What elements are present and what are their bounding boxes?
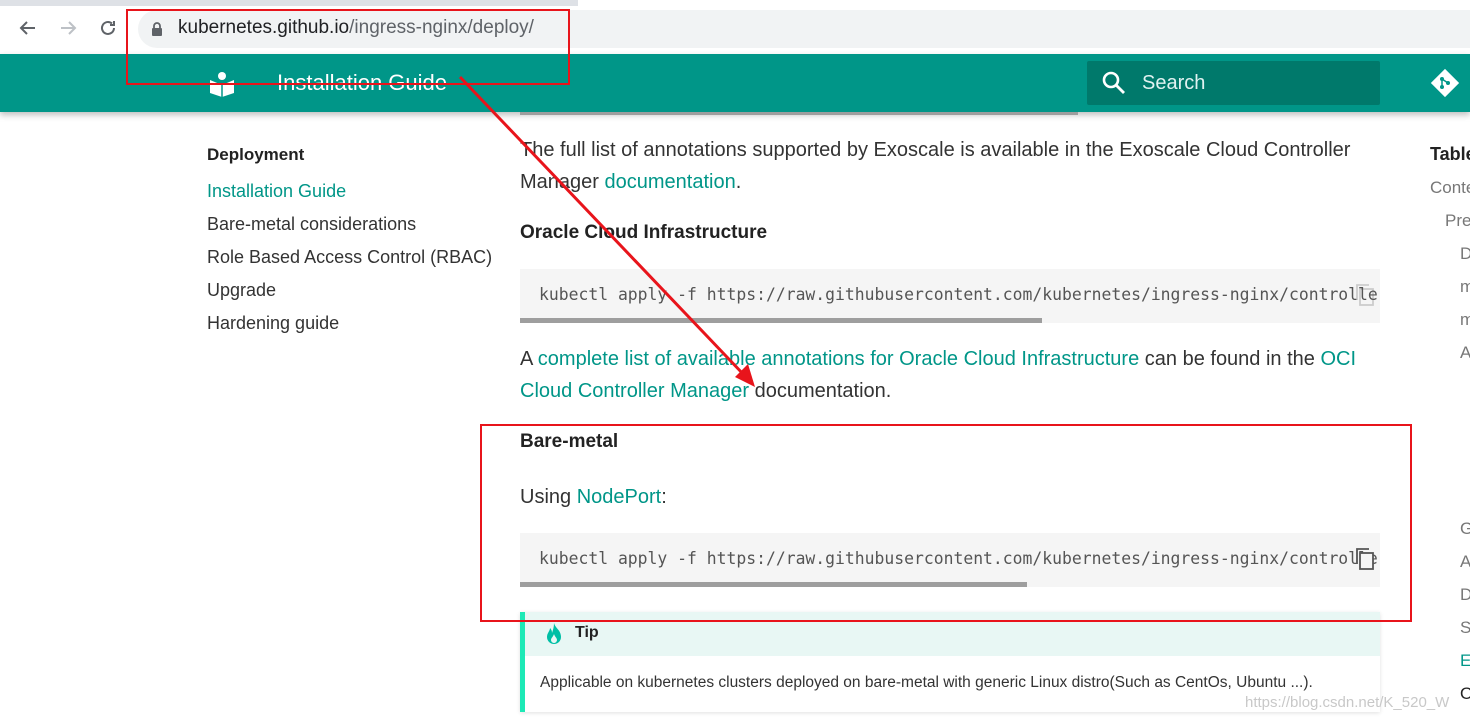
reload-button[interactable] [94,14,122,42]
flame-icon [547,623,561,644]
oracle-text-1: A [520,348,538,370]
search-input[interactable]: Search [1087,61,1380,105]
tip-body: Applicable on kubernetes clusters deploy… [540,674,1313,691]
toc-sidebar: Table of contents Contents Prerequisites… [1430,144,1470,722]
toc-item-aws[interactable]: AWS [1460,343,1470,363]
oracle-text-2: can be found in the [1139,348,1321,370]
toc-item-deployment[interactable]: Deployment [1460,244,1470,264]
exoscale-end: . [735,171,742,193]
search-icon [1102,71,1125,94]
watermark: https://blog.csdn.net/K_520_W [1245,694,1450,711]
arrow-left-icon [19,21,35,35]
oracle-code-scrollbar[interactable] [520,318,1042,323]
oracle-text-3: documentation. [749,380,892,402]
sidebar-item-hardening[interactable]: Hardening guide [207,307,492,340]
oracle-code[interactable]: kubectl apply -f https://raw.githubuserc… [539,283,1380,307]
reload-icon [101,20,115,35]
sidebar-item-rbac[interactable]: Role Based Access Control (RBAC) [207,241,492,274]
copy-icon[interactable] [1354,283,1376,307]
toc-heading: Table of contents [1430,144,1470,164]
oracle-annotations-link[interactable]: complete list of available annotations f… [538,348,1139,370]
toc-item-contents[interactable]: Contents [1430,178,1470,198]
exoscale-paragraph: The full list of annotations supported b… [520,134,1380,198]
tip-title: Tip [575,624,599,641]
toc-item-scaleway[interactable]: Scaleway [1460,618,1470,638]
active-tab[interactable] [578,0,1470,6]
toc-item-minikube[interactable]: minikube [1460,277,1470,297]
oracle-heading: Oracle Cloud Infrastructure [520,222,768,243]
toc-item-prerequisites[interactable]: Prerequisites [1445,211,1470,231]
toc-item-azure[interactable]: Azure [1460,552,1470,572]
arrow-right-icon [61,21,77,35]
sidebar-nav: Deployment Installation Guide Bare-metal… [207,144,492,340]
exoscale-doc-link[interactable]: documentation [605,171,736,193]
toc-item-oracle[interactable]: Oracle Cloud Infrastructure [1460,684,1470,704]
annotation-box-baremetal [480,424,1412,622]
forward-button[interactable] [54,14,82,42]
oracle-code-block[interactable]: kubectl apply -f https://raw.githubuserc… [520,269,1380,323]
back-button[interactable] [14,14,42,42]
sidebar-item-installation-guide[interactable]: Installation Guide [207,175,492,208]
toc-item-digital-ocean[interactable]: Digital Ocean [1460,585,1470,605]
previous-code-scrollbar[interactable] [520,112,1078,115]
tab-strip [0,0,1470,6]
toc-item-exoscale[interactable]: Exoscale [1460,651,1470,671]
toc-item-gce-gke[interactable]: GCE-GKE [1460,519,1470,539]
toc-item-microk8s[interactable]: microk8s [1460,310,1470,330]
search-placeholder: Search [1142,72,1206,94]
oracle-paragraph: A complete list of available annotations… [520,343,1380,407]
sidebar-heading: Deployment [207,145,305,164]
sidebar-item-upgrade[interactable]: Upgrade [207,274,492,307]
annotation-box-url [126,9,570,85]
git-icon[interactable] [1430,68,1460,98]
sidebar-item-bare-metal[interactable]: Bare-metal considerations [207,208,492,241]
